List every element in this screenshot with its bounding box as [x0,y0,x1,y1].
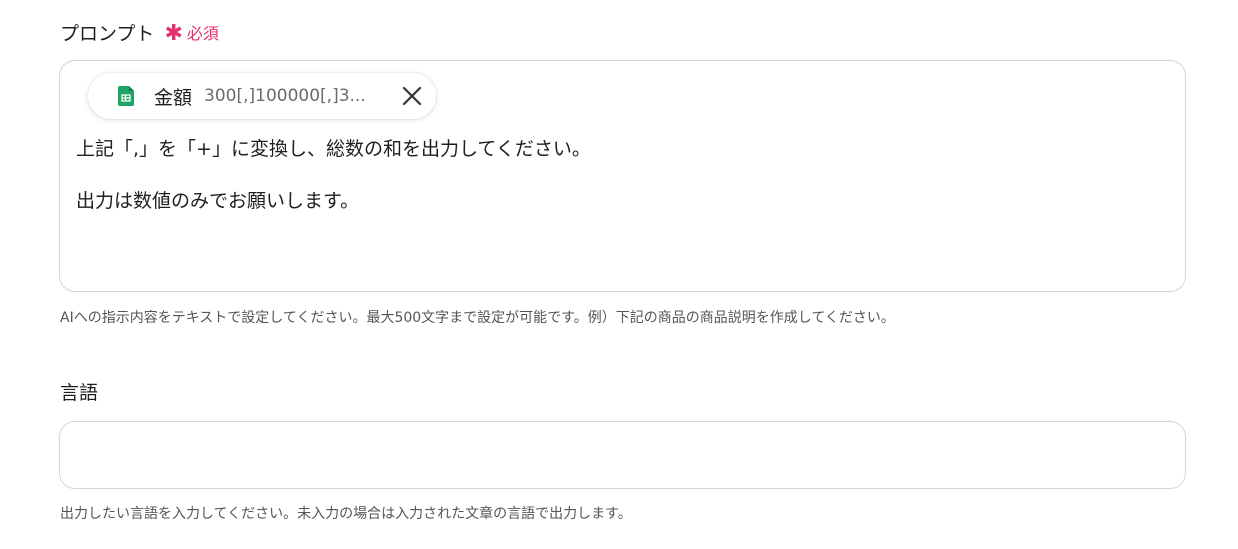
close-icon[interactable] [402,86,422,106]
required-label: 必須 [186,24,219,43]
chip-value: 300[,]100000[,]3... [204,86,366,106]
prompt-label: プロンプト [60,22,155,45]
language-label: 言語 [60,382,99,404]
form: プロンプト ✱ 必須 金額 300[,]100000[,]3... 上記「,」を… [0,0,1238,549]
chip-name: 金額 [154,86,193,109]
google-sheets-icon [118,86,134,106]
prompt-text-line: 出力は数値のみでお願いします。 [76,190,360,212]
language-help-text: 出力したい言語を入力してください。未入力の場合は入力された文章の言語で出力します… [60,506,632,522]
variable-chip[interactable]: 金額 300[,]100000[,]3... [88,73,436,119]
prompt-text-line: 上記「,」を「+」に変換し、総数の和を出力してください。 [76,138,591,160]
prompt-label-row: プロンプト ✱ 必須 [60,18,219,46]
prompt-help-text: AIへの指示内容をテキストで設定してください。最大500文字まで設定が可能です。… [60,310,895,326]
required-badge: ✱ 必須 [164,20,219,46]
required-star-icon: ✱ [164,21,183,46]
language-input[interactable] [59,421,1186,489]
